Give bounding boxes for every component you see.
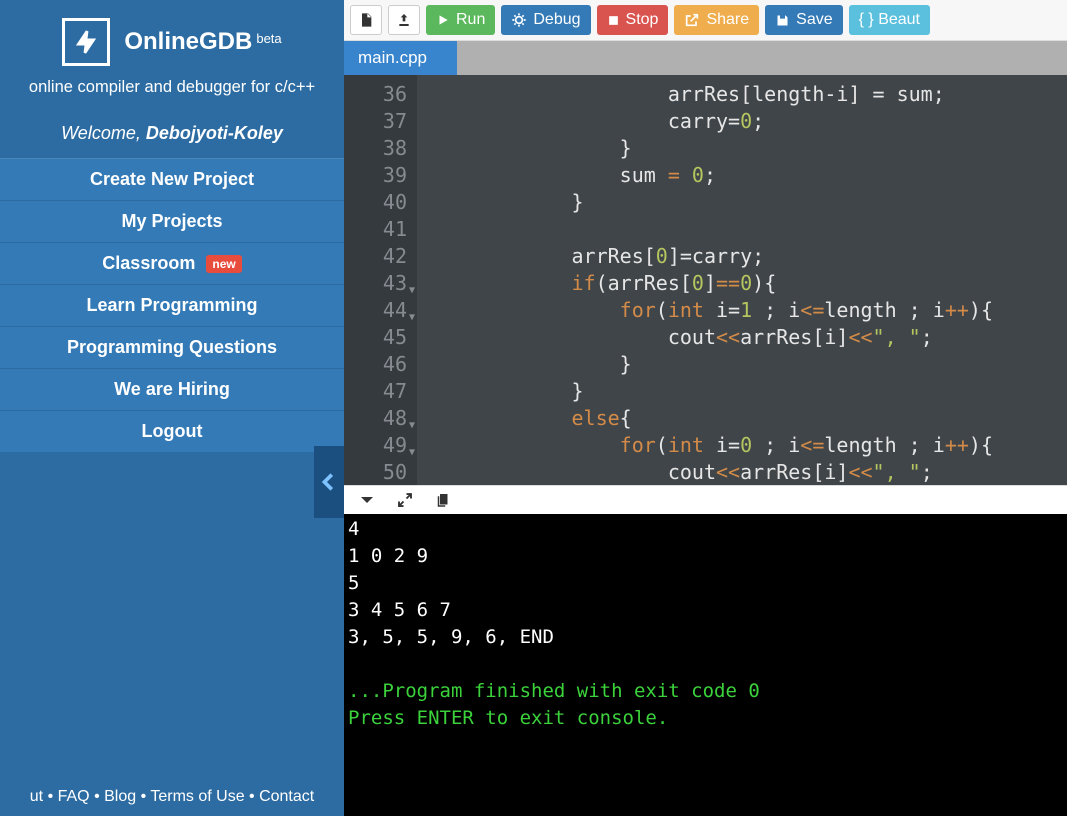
run-label: Run	[456, 11, 485, 29]
footer-text[interactable]: ut • FAQ • Blog • Terms of Use • Contact	[30, 788, 314, 805]
beautify-button[interactable]: { } Beaut	[849, 5, 930, 35]
logo-area: OnlineGDB beta online compiler and debugg…	[0, 0, 344, 105]
brand-beta: beta	[256, 31, 281, 46]
nav-learn[interactable]: Learn Programming	[0, 285, 344, 327]
welcome-prefix: Welcome,	[61, 123, 146, 143]
main-area: Run Debug Stop Share Save { } Beaut main…	[344, 0, 1067, 816]
terminal-output[interactable]: 41 0 2 953 4 5 6 73, 5, 5, 9, 6, END ...…	[344, 514, 1067, 816]
code-content[interactable]: arrRes[length-i] = sum; carry=0; } sum =…	[417, 75, 1067, 485]
share-label: Share	[706, 11, 749, 29]
nav-classroom[interactable]: Classroom new	[0, 243, 344, 285]
sidebar: OnlineGDB beta online compiler and debugg…	[0, 0, 344, 816]
nav-questions[interactable]: Programming Questions	[0, 327, 344, 369]
file-tab-bar: main.cpp	[344, 41, 1067, 75]
new-file-button[interactable]	[350, 5, 382, 35]
file-tab-main[interactable]: main.cpp	[344, 41, 457, 75]
tagline: online compiler and debugger for c/c++	[10, 78, 334, 97]
collapse-terminal-icon[interactable]	[358, 491, 376, 509]
save-label: Save	[796, 11, 832, 29]
share-button[interactable]: Share	[674, 5, 759, 35]
save-button[interactable]: Save	[765, 5, 842, 35]
nav-classroom-label: Classroom	[102, 253, 195, 273]
line-gutter: 3637383940414243▼44▼45464748▼49▼50	[344, 75, 417, 485]
nav-my-projects[interactable]: My Projects	[0, 201, 344, 243]
nav-create-project[interactable]: Create New Project	[0, 159, 344, 201]
copy-terminal-icon[interactable]	[434, 491, 452, 509]
welcome-text: Welcome, Debojyoti-Koley	[0, 105, 344, 159]
code-editor[interactable]: 3637383940414243▼44▼45464748▼49▼50 arrRe…	[344, 75, 1067, 485]
new-badge: new	[206, 255, 241, 273]
stop-button[interactable]: Stop	[597, 5, 669, 35]
logo-icon	[62, 18, 110, 66]
debug-button[interactable]: Debug	[501, 5, 590, 35]
nav: Create New Project My Projects Classroom…	[0, 159, 344, 453]
nav-logout[interactable]: Logout	[0, 411, 344, 453]
run-button[interactable]: Run	[426, 5, 495, 35]
footer-links[interactable]: ut • FAQ • Blog • Terms of Use • Contact	[0, 778, 344, 816]
collapse-sidebar-button[interactable]	[314, 446, 344, 518]
nav-hiring[interactable]: We are Hiring	[0, 369, 344, 411]
beautify-label: { } Beaut	[859, 11, 920, 29]
brand-name: OnlineGDB	[124, 28, 252, 55]
upload-button[interactable]	[388, 5, 420, 35]
expand-terminal-icon[interactable]	[396, 491, 414, 509]
welcome-user: Debojyoti-Koley	[146, 123, 283, 143]
debug-label: Debug	[533, 11, 580, 29]
stop-label: Stop	[626, 11, 659, 29]
toolbar: Run Debug Stop Share Save { } Beaut	[344, 0, 1067, 41]
terminal-controls	[344, 485, 1067, 514]
